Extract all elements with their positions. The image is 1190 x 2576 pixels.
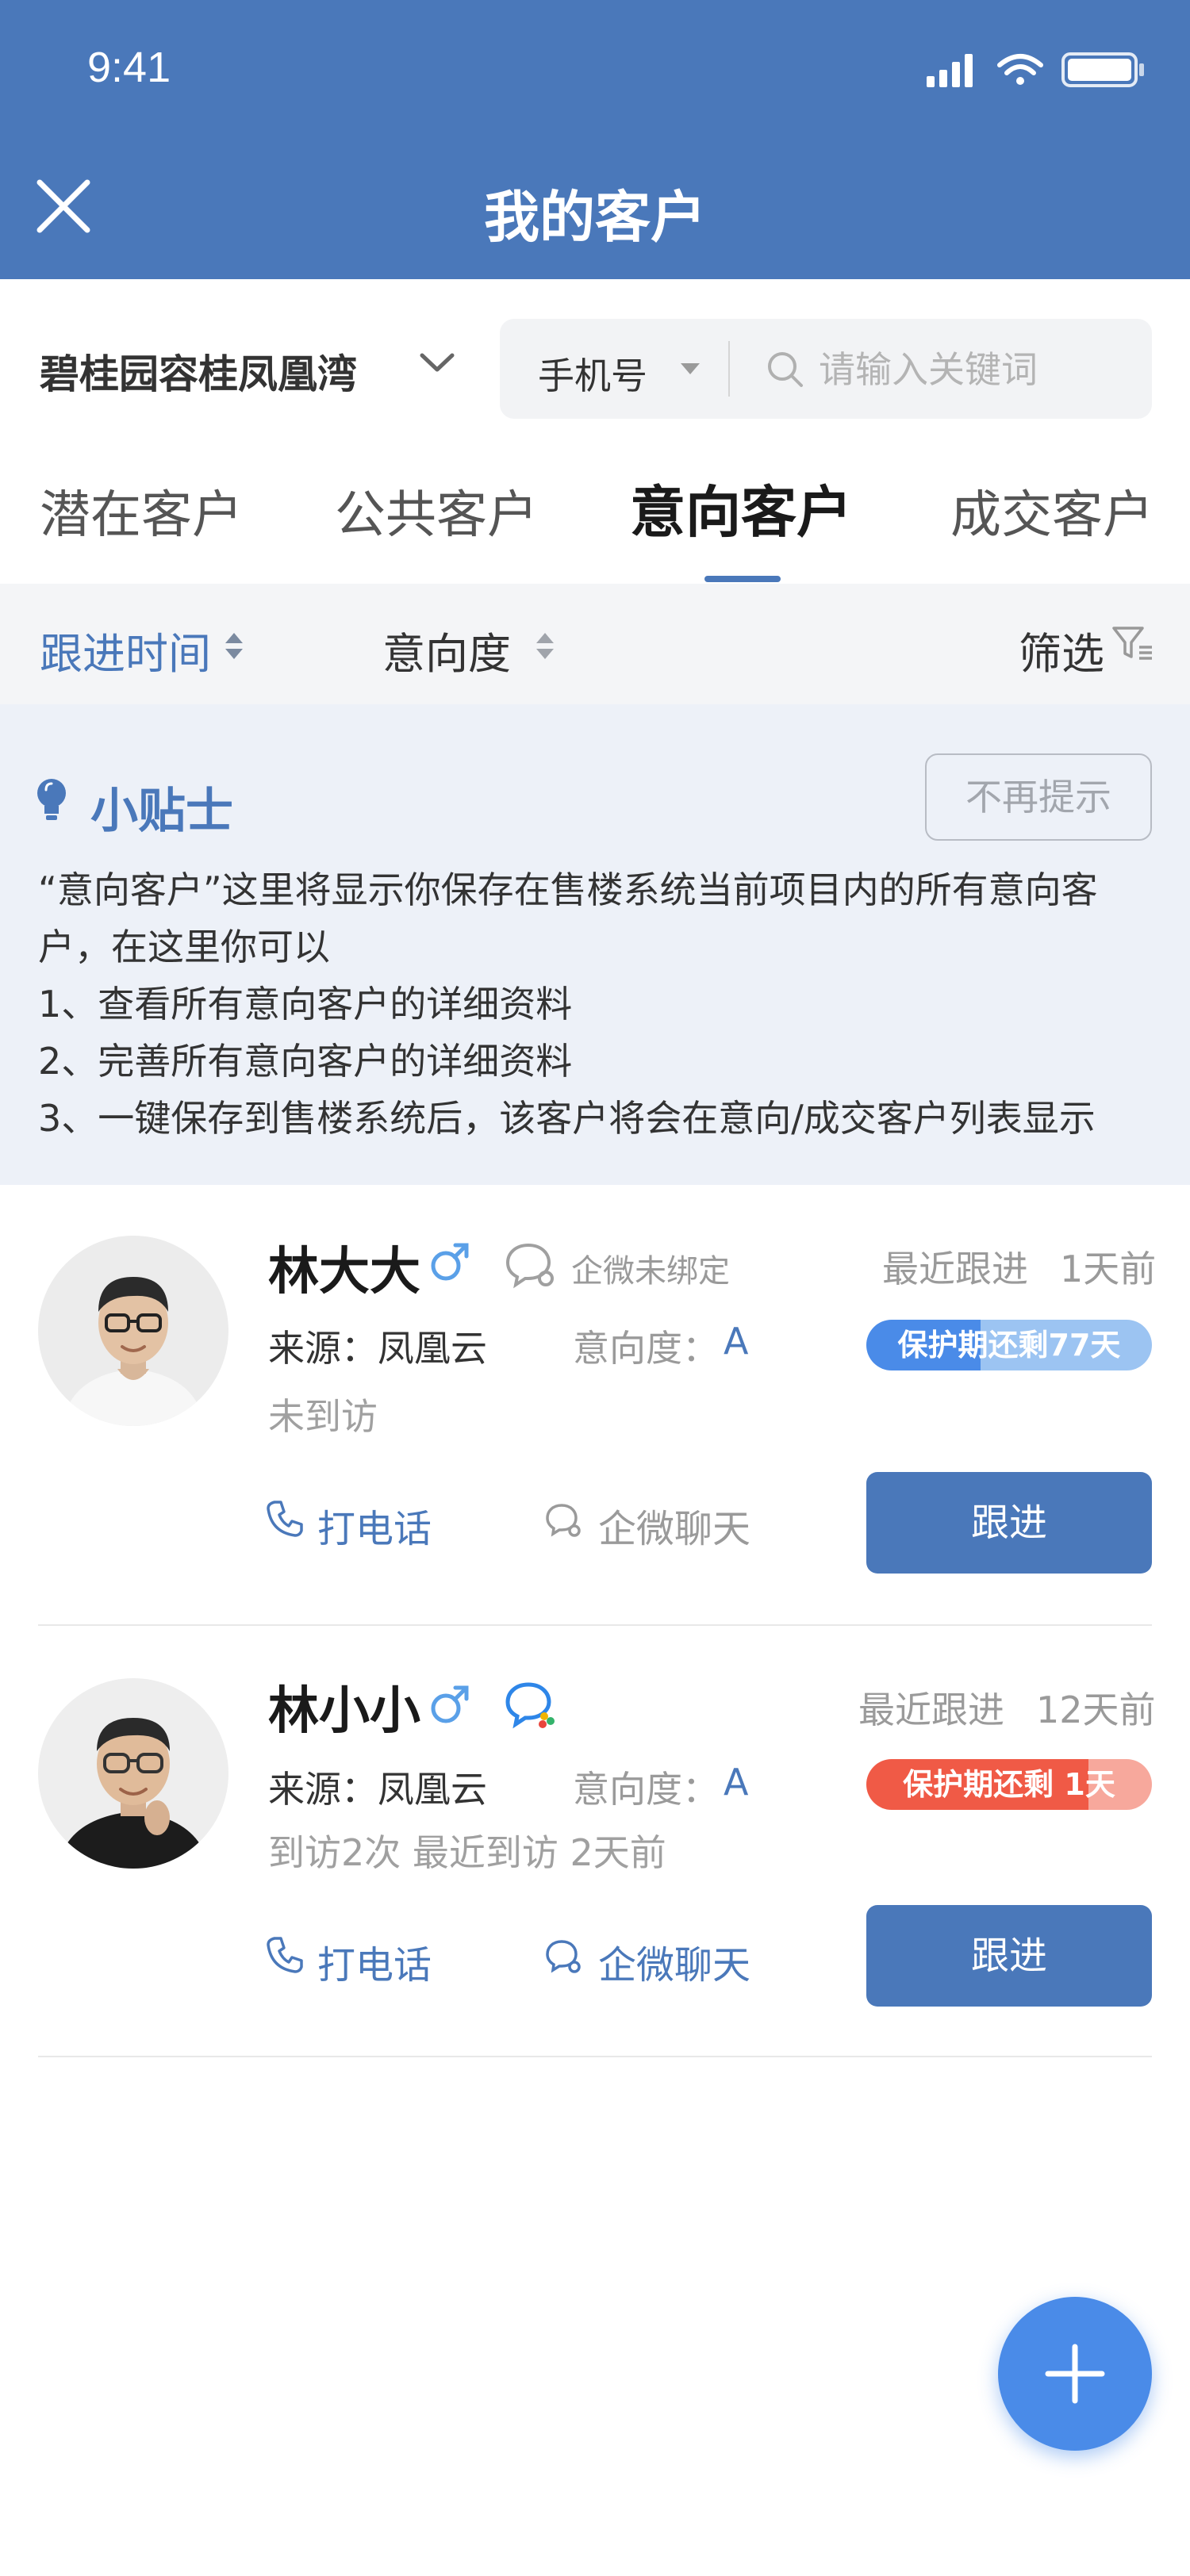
protection-badge: 保护期还剩 1天 — [866, 1759, 1152, 1810]
customer-source: 来源：凤凰云 — [268, 1327, 487, 1370]
call-button[interactable]: 打电话 — [317, 1497, 432, 1553]
recent-follow-value: 1天前 — [1060, 1248, 1157, 1290]
chat-icon[interactable] — [544, 1501, 584, 1540]
search-type-select[interactable]: 手机号 — [538, 347, 647, 400]
protection-badge: 保护期还剩77天 — [866, 1320, 1152, 1370]
dismiss-tips-button[interactable]: 不再提示 — [925, 753, 1152, 841]
search-bar: 手机号 — [500, 319, 1152, 419]
male-icon — [431, 1243, 469, 1281]
recent-follow-label: 最近跟进 — [858, 1689, 1004, 1731]
signal-icon — [927, 54, 973, 87]
sort-bar: 跟进时间 意向度 筛选 — [0, 584, 1190, 704]
divider — [38, 2056, 1152, 2057]
call-button[interactable]: 打电话 — [317, 1934, 432, 1989]
wecom-unbound-icon — [505, 1243, 554, 1289]
follow-up-button[interactable]: 跟进 — [866, 1472, 1152, 1574]
sort-intent[interactable]: 意向度 — [382, 619, 511, 681]
tips-panel: 小贴士 不再提示 “意向客户”这里将显示你保存在售楼系统当前项目内的所有意向客 … — [0, 704, 1190, 1185]
chat-icon[interactable] — [544, 1937, 584, 1976]
customer-name: 林小小 — [268, 1682, 420, 1741]
phone-icon[interactable] — [265, 1499, 305, 1539]
tips-line: “意向客户”这里将显示你保存在售楼系统当前项目内的所有意向客 — [38, 868, 1098, 911]
active-tab-indicator — [704, 576, 781, 582]
wecom-bound-icon[interactable] — [505, 1680, 560, 1729]
visit-status: 未到访 — [268, 1395, 378, 1438]
intent-value: A — [724, 1761, 749, 1804]
project-search-row: 碧桂园容桂凤凰湾 手机号 — [0, 279, 1190, 452]
tips-line: 3、一键保存到售楼系统后，该客户将会在意向/成交客户列表显示 — [38, 1097, 1096, 1140]
tips-line: 1、查看所有意向客户的详细资料 — [38, 983, 573, 1025]
avatar — [38, 1678, 228, 1869]
customer-name: 林大大 — [268, 1243, 420, 1301]
divider — [728, 341, 730, 397]
plus-icon — [1045, 2344, 1105, 2404]
wecom-chat-button[interactable]: 企微聊天 — [598, 1934, 750, 1989]
avatar — [38, 1236, 228, 1426]
filter-button[interactable]: 筛选 — [1019, 619, 1104, 681]
search-input[interactable] — [817, 341, 1138, 398]
status-icons — [927, 52, 1144, 87]
phone-icon[interactable] — [265, 1935, 305, 1975]
lightbulb-icon — [37, 779, 66, 820]
project-selector[interactable]: 碧桂园容桂凤凰湾 — [40, 343, 357, 400]
add-customer-button[interactable] — [998, 2297, 1152, 2451]
tips-line: 2、完善所有意向客户的详细资料 — [38, 1040, 573, 1083]
customer-card[interactable]: 林小小 最近跟进 12天前 来源：凤凰云 意向度： A 保护期还剩 1天 到访2… — [0, 1626, 1190, 2057]
protection-text: 保护期还剩 1天 — [903, 1767, 1115, 1802]
visit-status: 到访2次 最近到访 2天前 — [268, 1831, 666, 1874]
sort-follow-time[interactable]: 跟进时间 — [40, 619, 211, 681]
tab-public[interactable]: 公共客户 — [335, 474, 538, 547]
intent-value: A — [724, 1320, 749, 1363]
filter-icon[interactable] — [1111, 623, 1155, 663]
sort-arrows-icon[interactable] — [225, 633, 244, 665]
wecom-chat-button[interactable]: 企微聊天 — [598, 1497, 750, 1553]
customer-tabs: 潜在客户 公共客户 意向客户 成交客户 — [0, 452, 1190, 584]
customer-list-page: 9:41 我的客户 碧桂园容桂凤凰湾 手机号 请输入关键词 潜在客户 公共客户 … — [0, 0, 1190, 2576]
tips-line: 户，在这里你可以 — [38, 926, 330, 968]
tab-deal[interactable]: 成交客户 — [950, 474, 1154, 547]
wecom-status: 企微未绑定 — [571, 1253, 730, 1290]
customer-card[interactable]: 林大大 企微未绑定 最近跟进 1天前 来源：凤凰云 意向度： A 保护期还剩77… — [0, 1185, 1190, 1626]
wifi-icon — [997, 54, 1043, 85]
tips-title: 小贴士 — [90, 784, 233, 839]
status-time: 9:41 — [87, 44, 171, 91]
protection-text: 保护期还剩77天 — [897, 1328, 1121, 1363]
recent-follow-value: 12天前 — [1036, 1689, 1156, 1731]
intent-label: 意向度： — [573, 1768, 719, 1811]
chevron-down-icon[interactable] — [417, 347, 457, 379]
tab-intent[interactable]: 意向客户 — [630, 468, 852, 548]
battery-icon — [1061, 52, 1144, 87]
male-icon — [431, 1685, 469, 1723]
caret-down-icon[interactable] — [681, 363, 700, 374]
search-icon — [768, 352, 803, 387]
recent-follow-label: 最近跟进 — [882, 1248, 1028, 1290]
customer-source: 来源：凤凰云 — [268, 1768, 487, 1811]
tab-potential[interactable]: 潜在客户 — [40, 474, 243, 547]
intent-label: 意向度： — [573, 1327, 719, 1370]
header-bar: 9:41 我的客户 — [0, 0, 1190, 279]
tips-body: “意向客户”这里将显示你保存在售楼系统当前项目内的所有意向客 户，在这里你可以 … — [38, 861, 1157, 1147]
page-title: 我的客户 — [484, 185, 706, 250]
sort-arrows-icon[interactable] — [536, 633, 555, 665]
follow-up-button[interactable]: 跟进 — [866, 1905, 1152, 2007]
